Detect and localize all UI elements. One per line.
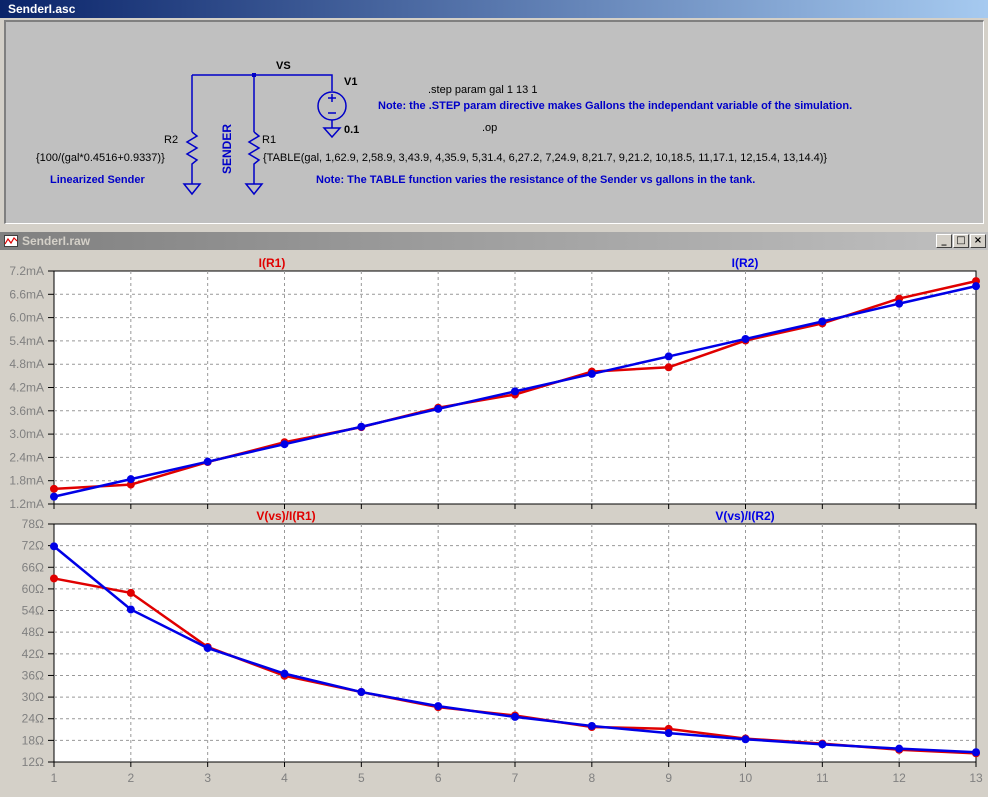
- resistance-point-blue: [50, 542, 58, 551]
- x-tick-label: 6: [435, 771, 442, 785]
- table-note-comment[interactable]: Note: The TABLE function varies the resi…: [316, 174, 755, 186]
- current-ytick-label: 3.0mA: [9, 427, 44, 441]
- current-point-blue: [664, 352, 673, 361]
- x-tick-label: 8: [588, 771, 595, 785]
- resistance-ytick-label: 12Ω: [22, 755, 44, 769]
- schematic-window: SenderI.asc VS V1 0.1 R2 R1 SENDER {100/…: [0, 0, 988, 228]
- resistance-point-red: [126, 588, 135, 597]
- current-point-red: [664, 363, 673, 372]
- step-note-comment[interactable]: Note: the .STEP param directive makes Ga…: [378, 100, 852, 112]
- resistance-ytick-label: 78Ω: [22, 517, 44, 531]
- x-tick-label: 4: [281, 771, 288, 785]
- schematic-canvas[interactable]: VS V1 0.1 R2 R1 SENDER {100/(gal*0.4516+…: [4, 20, 984, 224]
- resistance-point-blue: [895, 744, 904, 753]
- x-tick-label: 1: [51, 771, 58, 785]
- resistance-point-blue: [972, 748, 980, 757]
- current-ytick-label: 7.2mA: [9, 264, 44, 278]
- resistance-ytick-label: 36Ω: [22, 668, 44, 682]
- resistance-point-blue: [203, 644, 212, 653]
- current-ytick-label: 1.2mA: [9, 497, 44, 511]
- schematic-title: SenderI.asc: [8, 2, 76, 16]
- resistance-point-blue: [818, 740, 827, 749]
- current-point-blue: [818, 317, 827, 326]
- op-directive[interactable]: .op: [482, 122, 497, 134]
- resistance-point-blue: [357, 688, 366, 697]
- r1-label[interactable]: R1: [262, 134, 276, 146]
- x-tick-label: 11: [816, 771, 829, 785]
- current-ytick-label: 6.6mA: [9, 287, 44, 301]
- current-point-blue: [280, 440, 289, 449]
- resistance-point-blue: [280, 669, 289, 678]
- current-ytick-label: 1.8mA: [9, 474, 44, 488]
- step-directive[interactable]: .step param gal 1 13 1: [428, 84, 537, 96]
- x-tick-label: 3: [204, 771, 211, 785]
- x-tick-label: 7: [512, 771, 519, 785]
- current-ytick-label: 4.2mA: [9, 381, 44, 395]
- resistance-ytick-label: 42Ω: [22, 647, 44, 661]
- current-point-red: [50, 484, 58, 493]
- resistance-point-blue: [511, 712, 519, 721]
- current-point-blue: [203, 457, 212, 466]
- current-point-blue: [587, 369, 596, 378]
- resistance-point-blue: [126, 605, 135, 614]
- current-ytick-label: 6.0mA: [9, 311, 44, 325]
- current-point-blue: [434, 404, 443, 413]
- minimize-button[interactable]: _: [936, 234, 952, 248]
- waveform-window: SenderI.raw _ □ × 7.2mA 6.6mA 6.0mA 5.4mA 4.…: [0, 232, 988, 797]
- resistance-point-red: [50, 574, 58, 583]
- waveform-app-icon: [4, 235, 18, 247]
- current-point-blue: [50, 492, 58, 501]
- current-ytick-label: 4.8mA: [9, 357, 44, 371]
- net-label-vs[interactable]: VS: [276, 60, 291, 72]
- x-tick-label: 10: [739, 771, 753, 785]
- waveform-plot-area[interactable]: 7.2mA 6.6mA 6.0mA 5.4mA 4.8mA 4.2mA 3.6mA 3.0mA…: [0, 250, 988, 797]
- resistance-ytick-label: 24Ω: [22, 712, 44, 726]
- r1-table-value[interactable]: {TABLE(gal, 1,62.9, 2,58.9, 3,43.9, 4,35…: [263, 152, 827, 164]
- resistance-plot-frame: [53, 523, 977, 763]
- x-tick-label: 13: [969, 771, 983, 785]
- resistance-ytick-label: 66Ω: [22, 560, 44, 574]
- resistance-point-blue: [741, 735, 750, 744]
- current-point-blue: [972, 282, 980, 291]
- resistance-ytick-label: 72Ω: [22, 539, 44, 553]
- resistance-ytick-label: 18Ω: [22, 733, 44, 747]
- r2-label[interactable]: R2: [164, 134, 178, 146]
- waveform-titlebar[interactable]: SenderI.raw _ □ ×: [0, 232, 988, 250]
- current-point-blue: [126, 475, 135, 484]
- resistance-point-blue: [434, 702, 443, 711]
- resistance-point-blue: [587, 721, 596, 730]
- maximize-button[interactable]: □: [953, 234, 969, 248]
- current-ytick-label: 3.6mA: [9, 404, 44, 418]
- waveform-title: SenderI.raw: [22, 234, 91, 248]
- schematic-titlebar[interactable]: SenderI.asc: [0, 0, 988, 18]
- current-trace-label[interactable]: I(R1): [259, 256, 286, 270]
- current-point-blue: [357, 422, 366, 431]
- current-trace-label[interactable]: I(R2): [732, 256, 759, 270]
- resistance-trace-label[interactable]: V(vs)/I(R1): [256, 509, 315, 523]
- current-ytick-label: 5.4mA: [9, 334, 44, 348]
- current-point-blue: [741, 334, 750, 343]
- current-ytick-label: 2.4mA: [9, 450, 44, 464]
- v1-label[interactable]: V1: [344, 76, 357, 88]
- x-tick-label: 12: [892, 771, 906, 785]
- resistance-ytick-label: 60Ω: [22, 582, 44, 596]
- current-point-blue: [895, 299, 904, 308]
- close-button[interactable]: ×: [970, 234, 986, 248]
- resistance-trace-label[interactable]: V(vs)/I(R2): [715, 509, 774, 523]
- resistance-ytick-label: 30Ω: [22, 690, 44, 704]
- sender-net-label[interactable]: SENDER: [220, 124, 234, 174]
- x-tick-label: 5: [358, 771, 365, 785]
- linearized-sender-comment[interactable]: Linearized Sender: [50, 174, 145, 186]
- x-tick-label: 9: [665, 771, 672, 785]
- r2-formula[interactable]: {100/(gal*0.4516+0.9337)}: [36, 152, 165, 164]
- current-point-blue: [511, 387, 519, 396]
- x-tick-label: 2: [127, 771, 134, 785]
- resistance-ytick-label: 48Ω: [22, 625, 44, 639]
- resistance-point-blue: [664, 729, 673, 738]
- resistance-ytick-label: 54Ω: [22, 604, 44, 618]
- v1-value[interactable]: 0.1: [344, 124, 359, 136]
